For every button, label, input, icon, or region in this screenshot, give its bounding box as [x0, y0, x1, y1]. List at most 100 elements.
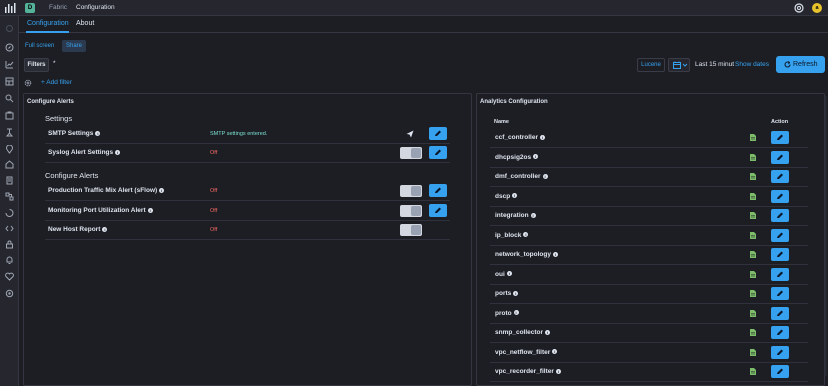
analytics-row-label: dscp i: [495, 193, 518, 200]
analytics-edit-button[interactable]: [771, 345, 789, 359]
row-divider: [490, 166, 808, 168]
syslog-alert-settings-edit-button[interactable]: [429, 146, 447, 159]
smtp-settings-label: SMTP Settings i: [48, 130, 101, 137]
info-icon[interactable]: i: [513, 310, 519, 315]
help-icon[interactable]: [794, 3, 804, 13]
document-icon[interactable]: [750, 348, 756, 356]
full-screen-link[interactable]: Full screen: [25, 43, 54, 50]
nav-discover-icon[interactable]: [5, 43, 14, 52]
tab-about[interactable]: About: [76, 19, 94, 28]
analytics-edit-button[interactable]: [771, 248, 789, 261]
send-test-icon[interactable]: [406, 130, 414, 140]
analytics-edit-button[interactable]: [771, 326, 789, 339]
tab-bar: Configuration About: [19, 16, 828, 33]
document-icon[interactable]: [750, 153, 756, 161]
document-icon[interactable]: [750, 290, 756, 297]
info-icon[interactable]: i: [115, 149, 121, 155]
info-icon[interactable]: i: [540, 134, 545, 140]
info-icon[interactable]: i: [102, 226, 108, 232]
analytics-edit-button[interactable]: [771, 170, 789, 183]
analytics-edit-button[interactable]: [771, 228, 789, 242]
nav-alerts-icon[interactable]: [5, 256, 14, 265]
chevron-down-icon: [682, 63, 688, 67]
document-icon[interactable]: [750, 192, 756, 200]
nav-search-icon[interactable]: [5, 94, 14, 103]
info-icon[interactable]: i: [512, 193, 518, 198]
analytics-edit-button[interactable]: [771, 209, 789, 222]
nav-logs-icon[interactable]: [5, 176, 14, 185]
analytics-edit-button[interactable]: [771, 189, 789, 203]
filters-button[interactable]: Filters: [24, 58, 49, 72]
info-icon[interactable]: i: [533, 154, 539, 159]
space-badge[interactable]: D: [25, 3, 35, 13]
nav-ml-icon[interactable]: [5, 128, 14, 137]
filter-settings-icon[interactable]: [24, 79, 32, 87]
nav-apm-icon[interactable]: [5, 192, 14, 201]
query-text[interactable]: *: [53, 60, 56, 67]
nav-uptime-icon[interactable]: [5, 208, 14, 217]
app-logo-icon[interactable]: [5, 3, 16, 13]
syslog-alert-settings-label: Syslog Alert Settings i: [48, 149, 121, 156]
document-icon[interactable]: [750, 134, 756, 141]
analytics-edit-button[interactable]: [771, 131, 789, 144]
nav-menu-icon[interactable]: [5, 24, 14, 33]
nav-dev-tools-icon[interactable]: [5, 224, 14, 233]
user-avatar[interactable]: a: [812, 3, 822, 13]
breadcrumb-fabric[interactable]: Fabric: [49, 4, 67, 12]
info-icon[interactable]: i: [552, 349, 558, 354]
lucene-button[interactable]: Lucene: [637, 58, 665, 72]
monitoring-port-utilization-alert-toggle[interactable]: [400, 205, 422, 217]
analytics-row-label: ccf_controller i: [495, 134, 545, 141]
tab-configuration[interactable]: Configuration: [27, 19, 69, 28]
analytics-edit-button[interactable]: [771, 306, 789, 320]
info-icon[interactable]: i: [552, 251, 558, 257]
document-icon[interactable]: [750, 368, 756, 375]
info-icon[interactable]: i: [95, 130, 101, 136]
document-icon[interactable]: [750, 251, 756, 258]
nav-security-icon[interactable]: [5, 240, 14, 249]
info-icon[interactable]: i: [530, 212, 536, 218]
show-dates-link[interactable]: Show dates: [735, 61, 769, 68]
date-range-text[interactable]: Last 15 minut: [695, 61, 734, 68]
row-divider: [45, 220, 450, 221]
nav-dashboard-icon[interactable]: [5, 77, 14, 86]
production-traffic-mix-alert-sflow-edit-button[interactable]: [429, 184, 447, 197]
analytics-edit-button[interactable]: [771, 287, 789, 300]
nav-canvas-icon[interactable]: [5, 111, 14, 120]
info-icon[interactable]: i: [513, 290, 519, 296]
syslog-alert-settings-toggle[interactable]: [400, 147, 422, 159]
document-icon[interactable]: [750, 231, 756, 239]
info-icon[interactable]: i: [159, 187, 165, 193]
add-filter-link[interactable]: + Add filter: [41, 79, 72, 86]
document-icon[interactable]: [750, 173, 756, 180]
analytics-edit-button[interactable]: [771, 365, 789, 378]
production-traffic-mix-alert-sflow-toggle[interactable]: [400, 185, 422, 197]
row-divider: [490, 283, 808, 285]
new-host-report-toggle[interactable]: [400, 224, 422, 236]
document-icon[interactable]: [750, 270, 756, 278]
info-icon[interactable]: i: [545, 329, 551, 335]
analytics-edit-button[interactable]: [771, 267, 789, 281]
scrollbar[interactable]: [824, 96, 827, 376]
analytics-edit-button[interactable]: [771, 150, 789, 164]
nav-visualize-icon[interactable]: [5, 60, 14, 69]
info-icon[interactable]: i: [506, 271, 512, 276]
document-icon[interactable]: [750, 329, 756, 336]
nav-management-icon[interactable]: [5, 289, 14, 298]
column-header-action: Action: [771, 119, 789, 125]
row-divider: [490, 361, 808, 363]
info-icon[interactable]: i: [523, 232, 529, 237]
document-icon[interactable]: [750, 309, 756, 317]
info-icon[interactable]: i: [147, 207, 153, 213]
nav-maps-icon[interactable]: [5, 145, 14, 154]
nav-monitoring-icon[interactable]: [5, 272, 14, 281]
query-input[interactable]: [60, 58, 636, 72]
document-icon[interactable]: [750, 212, 756, 219]
info-icon[interactable]: i: [542, 173, 548, 179]
monitoring-port-utilization-alert-edit-button[interactable]: [429, 204, 447, 217]
info-icon[interactable]: i: [555, 368, 561, 374]
nav-infra-icon[interactable]: [5, 160, 14, 169]
smtp-settings-edit-button[interactable]: [429, 127, 447, 140]
share-label[interactable]: Share: [66, 43, 82, 50]
analytics-row-name: oui: [495, 270, 505, 278]
